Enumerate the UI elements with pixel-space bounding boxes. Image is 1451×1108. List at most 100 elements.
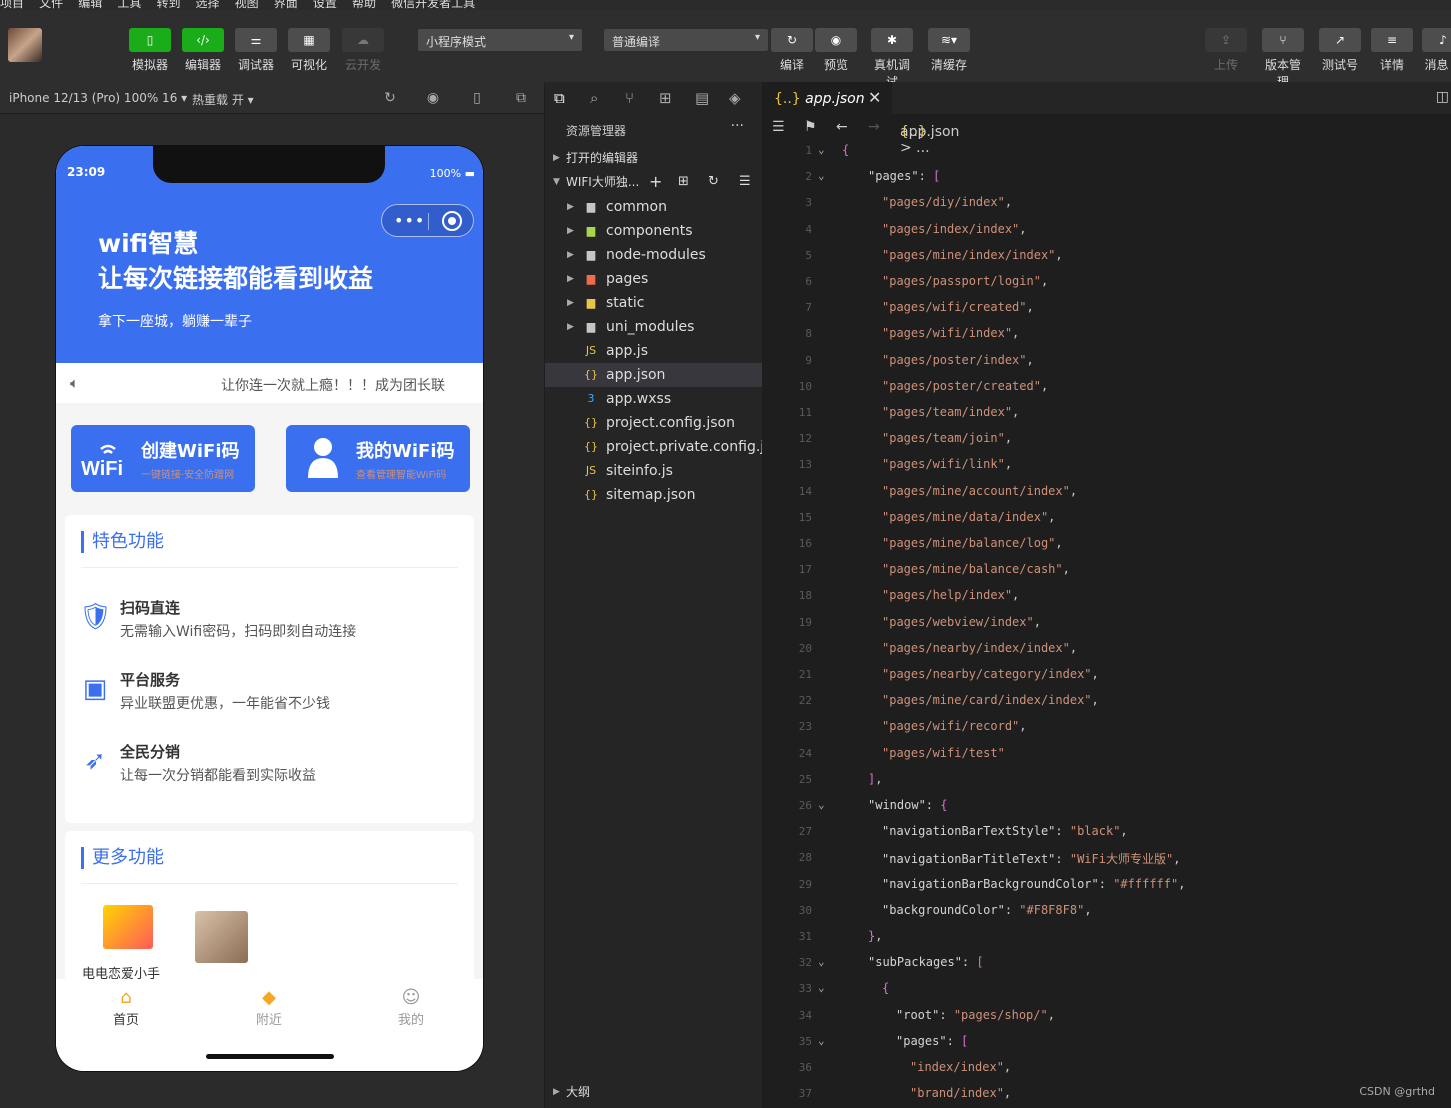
close-icon[interactable]: ✕ xyxy=(868,88,881,107)
device-select[interactable]: iPhone 12/13 (Pro) 100% 16 ▾ xyxy=(9,91,187,105)
fold-icon[interactable]: ⌄ xyxy=(818,143,825,156)
debugger-button[interactable]: ⚌ 调试器 xyxy=(235,28,277,73)
device-icon[interactable]: ▯ xyxy=(469,90,485,106)
tab-nearby[interactable]: ◆ 附近 xyxy=(239,987,299,1028)
menu-item[interactable]: 项目 xyxy=(0,0,24,10)
outline-section[interactable]: ▶ 大纲 xyxy=(545,1080,763,1104)
compile-select[interactable]: 普通编译 xyxy=(604,29,768,51)
folder-item[interactable]: ▶ ▆ common xyxy=(545,195,763,219)
extensions-icon[interactable]: ⊞ xyxy=(659,89,672,107)
editor-tab[interactable]: {..} app.json ✕ xyxy=(762,82,892,114)
list-icon[interactable]: ☰ xyxy=(772,119,785,135)
more-icon[interactable]: ••• xyxy=(394,211,425,230)
file-item[interactable]: {} project.private.config.js... xyxy=(545,435,785,459)
clear-cache-button[interactable]: ≋▾ 清缓存 xyxy=(928,28,970,73)
mode-select[interactable]: 小程序模式 xyxy=(418,29,582,51)
files-icon[interactable]: ⧉ xyxy=(554,89,565,107)
bookmark-icon[interactable]: ⚑ xyxy=(804,119,817,135)
popout-icon[interactable]: ⧉ xyxy=(513,90,529,106)
my-wifi-button[interactable]: 我的WiFi码 查看管理智能WiFi码 xyxy=(286,425,470,492)
open-editors-section[interactable]: ▶ 打开的编辑器 xyxy=(545,146,763,170)
more-item-image[interactable] xyxy=(195,911,248,963)
fold-icon[interactable]: ⌄ xyxy=(818,169,825,182)
tab-home[interactable]: ⌂ 首页 xyxy=(96,987,156,1028)
file-item[interactable]: {} project.config.json xyxy=(545,411,763,435)
feature-title: 扫码直连 xyxy=(120,599,181,617)
feature-item[interactable]: ▣ 平台服务 异业联盟更优惠，一年能省不少钱 xyxy=(79,669,459,719)
menu-item[interactable]: 界面 xyxy=(274,0,298,10)
menu-item[interactable]: 编辑 xyxy=(78,0,102,10)
folder-item[interactable]: ▶ ▆ pages xyxy=(545,267,763,291)
create-wifi-button[interactable]: WiFi 创建WiFi码 一键链接·安全防蹭网 xyxy=(71,425,255,492)
line-number: 9 xyxy=(805,353,812,367)
file-item[interactable]: {} sitemap.json xyxy=(545,483,763,507)
collapse-icon[interactable]: ☰ xyxy=(739,170,751,194)
reload-icon[interactable]: ↻ xyxy=(382,90,398,106)
feature-item[interactable]: ➶ 全民分销 让每一次分销都能看到实际收益 xyxy=(79,741,459,791)
menu-item[interactable]: 转到 xyxy=(156,0,180,10)
details-button[interactable]: ≡ 详情 xyxy=(1371,28,1413,73)
compile-button[interactable]: ↻ 编译 xyxy=(771,28,813,73)
visual-button[interactable]: ▦ 可视化 xyxy=(288,28,330,73)
close-circle-icon[interactable] xyxy=(442,211,462,231)
file-item[interactable]: JS app.js xyxy=(545,339,763,363)
folder-item[interactable]: ▶ ▆ static xyxy=(545,291,763,315)
folder-item[interactable]: ▶ ▆ uni_modules xyxy=(545,315,763,339)
messages-button[interactable]: ♪ 消息 xyxy=(1422,28,1451,73)
file-item[interactable]: {} app.json xyxy=(545,363,763,387)
docker-icon[interactable]: ◈ xyxy=(729,89,741,107)
cloud-button[interactable]: ☁ 云开发 xyxy=(342,28,384,73)
upload-button[interactable]: ⇪ 上传 xyxy=(1205,28,1247,73)
code-line: "pages/mine/card/index/index", xyxy=(882,693,1099,708)
tab-mine[interactable]: ☺ 我的 xyxy=(381,987,441,1028)
feature-item[interactable]: 🛡︎ 扫码直连 无需输入Wifi密码，扫码即刻自动连接 xyxy=(79,597,459,647)
file-item[interactable]: 3 app.wxss xyxy=(545,387,763,411)
fold-icon[interactable]: ⌄ xyxy=(818,955,825,968)
new-file-icon[interactable]: + xyxy=(649,170,662,194)
editor-button[interactable]: ‹/› 编辑器 xyxy=(182,28,224,73)
fold-icon[interactable]: ⌄ xyxy=(818,1034,825,1047)
folder-item[interactable]: ▶ ▆ components xyxy=(545,219,763,243)
fold-icon[interactable]: ⌄ xyxy=(818,981,825,994)
folder-icon: ▆ xyxy=(586,200,596,213)
remote-debug-button[interactable]: ✱真机调试 xyxy=(871,28,913,90)
line-number: 10 xyxy=(798,379,812,393)
menu-item[interactable]: 帮助 xyxy=(352,0,376,10)
menu-item[interactable]: 视图 xyxy=(235,0,259,10)
test-account-button[interactable]: ↗ 测试号 xyxy=(1319,28,1361,73)
folder-icon: ▆ xyxy=(586,320,596,333)
line-number: 17 xyxy=(798,563,812,577)
user-avatar[interactable] xyxy=(8,28,42,62)
menu-item[interactable]: 设置 xyxy=(313,0,337,10)
json-file-icon: {} xyxy=(584,368,598,381)
line-number: 3 xyxy=(805,196,812,210)
split-editor-icon[interactable]: ◫ xyxy=(1436,89,1449,105)
search-icon[interactable]: ⌕ xyxy=(590,89,598,107)
storage-icon[interactable]: ▤ xyxy=(695,89,709,107)
line-number: 25 xyxy=(798,772,812,786)
stop-icon[interactable]: ◉ xyxy=(425,90,441,106)
folder-item[interactable]: ▶ ▆ node-modules xyxy=(545,243,763,267)
back-icon[interactable]: ← xyxy=(836,119,848,135)
git-icon[interactable]: ⑂ xyxy=(625,89,634,107)
version-button[interactable]: ⑂版本管理 xyxy=(1262,28,1304,90)
new-folder-icon[interactable]: ⊞ xyxy=(678,170,689,194)
fold-icon[interactable]: ⌄ xyxy=(818,798,825,811)
section-label: WIFI大师独... xyxy=(566,175,640,189)
menu-item[interactable]: 选择 xyxy=(196,0,220,10)
mini-program-capsule[interactable]: ••• xyxy=(381,204,474,237)
code-area[interactable]: 1 ⌄ {2 ⌄ "pages": [3 "pages/diy/index", 4 "page… xyxy=(762,140,1451,1108)
hot-reload-toggle[interactable]: 热重载 开 ▾ xyxy=(192,91,254,108)
simulator-button[interactable]: ▯ 模拟器 xyxy=(129,28,171,73)
project-section[interactable]: ▼ WIFI大师独... + ⊞ ↻ ☰ xyxy=(545,170,763,194)
bug-icon: ✱ xyxy=(871,28,913,52)
more-item-image[interactable] xyxy=(103,905,153,949)
preview-button[interactable]: ◉ 预览 xyxy=(815,28,857,73)
refresh-icon[interactable]: ↻ xyxy=(708,170,719,194)
file-item[interactable]: JS siteinfo.js xyxy=(545,459,763,483)
more-icon[interactable]: ··· xyxy=(731,118,744,134)
menu-item[interactable]: 工具 xyxy=(117,0,141,10)
menu-item[interactable]: 文件 xyxy=(39,0,63,10)
forward-icon[interactable]: → xyxy=(868,119,880,135)
menu-item[interactable]: 微信开发者工具 xyxy=(391,0,475,10)
